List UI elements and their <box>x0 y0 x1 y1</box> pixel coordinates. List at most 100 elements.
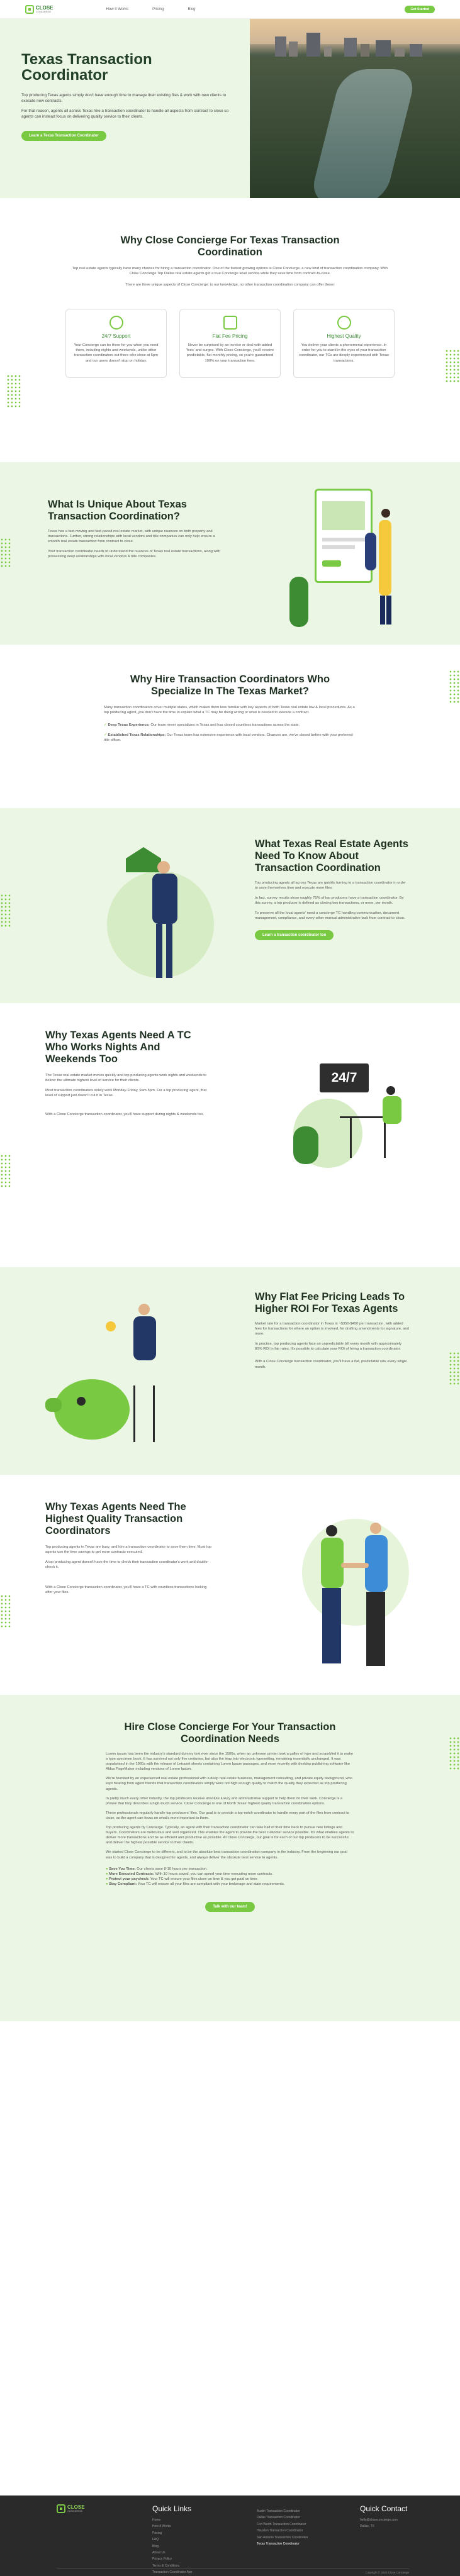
nights-paragraph-2: Most transaction coordinators solely wor… <box>45 1089 207 1098</box>
quality-paragraph-2: A top producing agent doesn't have the t… <box>45 1560 209 1570</box>
why-paragraph-1: Top real estate agents typically have ma… <box>72 267 388 276</box>
quality-title: Why Texas Agents Need The Highest Qualit… <box>45 1501 186 1536</box>
footer-link[interactable]: Home <box>152 2517 192 2523</box>
footer-link[interactable]: Blog <box>152 2543 192 2550</box>
unique-section: What Is Unique About Texas Transaction C… <box>0 462 460 645</box>
feature-card-quality: Highest Quality You deliver your clients… <box>293 309 395 379</box>
card-text: You deliver your clients a phenomenal ex… <box>299 343 389 363</box>
hire-paragraph-3: In pretty much every other industry, the… <box>106 1796 343 1806</box>
hero-cta-button[interactable]: Learn a Texas Transaction Coordinator <box>21 131 106 142</box>
flat-paragraph-3: With a Close Concierge transaction coord… <box>255 1360 407 1369</box>
know-paragraph-1: Top producing agents all across Texas ar… <box>255 881 406 891</box>
card-title: 24/7 Support <box>101 333 131 340</box>
contact-location: Dallas, TX <box>360 2524 374 2529</box>
nights-title: Why Texas Agents Need A TC Who Works Nig… <box>45 1030 191 1065</box>
price-tag-icon <box>223 316 237 330</box>
footer-quick-links: Quick Links Home How It Works Pricing FA… <box>152 2504 192 2576</box>
footer-link[interactable]: Privacy Policy <box>152 2556 192 2562</box>
unique-title: What Is Unique About Texas Transaction C… <box>48 499 187 522</box>
quick-contact-heading: Quick Contact <box>360 2504 408 2513</box>
nav-link-blog[interactable]: Blog <box>188 8 195 11</box>
logo-title: CLOSE <box>36 4 53 11</box>
flat-paragraph-2: In practice, top producing agents face a… <box>255 1342 401 1352</box>
hero-paragraph-1: Top producing Texas agents simply don't … <box>21 93 227 103</box>
nav-link-pricing[interactable]: Pricing <box>152 8 164 11</box>
hire-paragraph-1: Lorem ipsum has been the industry's stan… <box>106 1752 353 1772</box>
handshake-illustration <box>302 1500 415 1676</box>
hire-paragraph-6: We started Close Concierge to be differe… <box>106 1850 347 1860</box>
know-cta-button[interactable]: Learn a transaction coordinator too <box>255 930 334 940</box>
feature-cards: 24/7 Support Your Concierge can be there… <box>0 309 460 379</box>
quality-paragraph-3: With a Close Concierge transaction coord… <box>45 1585 207 1595</box>
footer-link[interactable]: San Antonio Transaction Coordinator <box>257 2534 308 2541</box>
decorative-dots <box>0 1154 11 1188</box>
footer: CLOSE CONCIERGE Quick Links Home How It … <box>0 2496 460 2576</box>
specialize-section: Why Hire Transaction Coordinators Who Sp… <box>0 645 460 808</box>
footer-logo[interactable]: CLOSE CONCIERGE <box>57 2504 85 2513</box>
know-section: What Texas Real Estate Agents Need To Kn… <box>0 808 460 1003</box>
hire-paragraph-4: These professionals regularly handle top… <box>106 1811 350 1820</box>
list-item: ● Save You Time: Our clients save 8-10 h… <box>106 1867 208 1871</box>
list-item: ● Protect your paycheck: Your TC will en… <box>106 1877 259 1881</box>
decorative-dots <box>6 374 21 408</box>
why-section: Why Close Concierge For Texas Transactio… <box>0 198 460 462</box>
quality-section: Why Texas Agents Need The Highest Qualit… <box>0 1475 460 1695</box>
get-started-button[interactable]: Get Started <box>405 6 435 13</box>
talk-with-team-button[interactable]: Talk with our team! <box>205 1901 255 1912</box>
hire-section: Hire Close Concierge For Your Transactio… <box>0 1695 460 2021</box>
unique-paragraph-2: Your transaction coordinator needs to un… <box>48 550 220 559</box>
footer-link[interactable]: How It Works <box>152 2523 192 2529</box>
specialize-paragraph: Many transaction coordinators cover mult… <box>104 706 355 715</box>
logo-icon <box>57 2504 65 2513</box>
nav-links: How It Works Pricing Blog <box>106 8 196 11</box>
quick-links-heading: Quick Links <box>152 2504 192 2513</box>
decorative-dots <box>449 670 460 704</box>
footer-link[interactable]: Houston Transaction Coordinator <box>257 2528 308 2534</box>
flat-section: Why Flat Fee Pricing Leads To Higher ROI… <box>0 1267 460 1475</box>
list-item: ● More Executed Contracts: With 10 hours… <box>106 1872 273 1876</box>
hero-paragraph-2: For that reason, agents all across Texas… <box>21 109 229 119</box>
card-text: Your Concierge can be there for you when… <box>74 343 159 363</box>
decorative-dots <box>445 349 460 383</box>
hire-paragraph-2: We're founded by an experienced real est… <box>106 1777 352 1791</box>
footer-link[interactable]: Pricing <box>152 2530 192 2536</box>
decorative-dots <box>0 1594 11 1628</box>
card-title: Flat Fee Pricing <box>212 333 248 340</box>
decorative-dots <box>0 894 11 928</box>
card-text: Never be surprised by an invoice or deal… <box>186 343 274 363</box>
contact-email[interactable]: hello@closeconcierge.com <box>360 2517 407 2523</box>
property-illustration <box>289 476 415 627</box>
specialize-item-2: ✓ Established Texas Relationships: Our T… <box>104 733 353 743</box>
card-title: Highest Quality <box>327 333 361 340</box>
footer-link[interactable]: Fort Worth Transaction Coordinator <box>257 2521 308 2528</box>
headset-icon <box>109 316 123 330</box>
decorative-dots <box>0 538 11 568</box>
nav-link-how-it-works[interactable]: How It Works <box>106 8 129 11</box>
list-item: ● Stay Compliant: Your TC will ensure al… <box>106 1882 285 1886</box>
shield-check-icon <box>337 316 351 330</box>
flat-paragraph-1: Market rate for a transaction coordinato… <box>255 1322 409 1336</box>
nights-paragraph-3: With a Close Concierge transaction coord… <box>45 1113 204 1117</box>
unique-paragraph-1: Texas has a fast-moving and fast-paced r… <box>48 530 215 544</box>
footer-link[interactable]: Austin Transaction Coordinator <box>257 2508 308 2514</box>
hire-paragraph-5: Top producing agents fly Concierge. Typi… <box>106 1826 354 1845</box>
agent-house-illustration <box>101 836 227 987</box>
footer-link[interactable]: Dallas Transaction Coordinator <box>257 2514 308 2521</box>
logo[interactable]: CLOSE CONCIERGE <box>25 4 53 14</box>
logo-subtitle: CONCIERGE <box>36 9 52 13</box>
copyright: Copyright © 2023 Close Concierge <box>57 2568 409 2574</box>
know-title: What Texas Real Estate Agents Need To Kn… <box>255 838 408 874</box>
feature-card-pricing: Flat Fee Pricing Never be surprised by a… <box>179 309 281 379</box>
specialize-item-1: ✓ Deep Texas Experience: Our team never … <box>104 723 300 728</box>
nights-section: Why Texas Agents Need A TC Who Works Nig… <box>0 1003 460 1267</box>
nights-paragraph-1: The Texas real estate market moves quick… <box>45 1074 207 1083</box>
top-nav: CLOSE CONCIERGE How It Works Pricing Blo… <box>0 0 460 19</box>
hire-benefits-list: ● Save You Time: Our clients save 8-10 h… <box>106 1867 354 1887</box>
hero-title: Texas Transaction Coordinator <box>21 51 152 84</box>
footer-link[interactable]: About Us <box>152 2550 192 2556</box>
logo-icon <box>25 4 34 14</box>
know-paragraph-3: To preserve all the local agents' need a… <box>255 911 405 921</box>
footer-link[interactable]: FAQ <box>152 2536 192 2543</box>
hero-section: Texas Transaction Coordinator Top produc… <box>0 19 460 198</box>
footer-link[interactable]: Texas Transaction Coordinator <box>257 2541 308 2547</box>
